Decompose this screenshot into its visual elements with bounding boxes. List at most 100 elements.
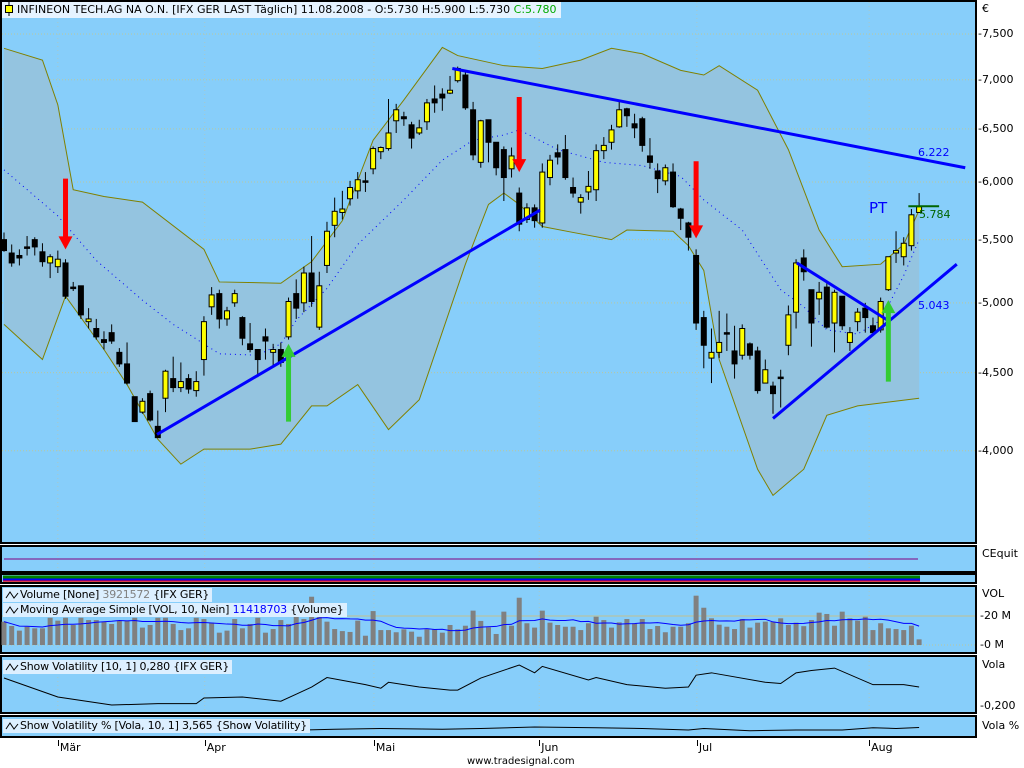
volume-bar [524, 623, 530, 645]
volume-bar [647, 629, 653, 645]
volume-bar [708, 618, 714, 645]
volume-bar [555, 624, 561, 645]
candle-body [731, 350, 738, 365]
volume-legend[interactable]: Volume [None] 3921572 {IFX GER} [3, 588, 213, 602]
chart-canvas[interactable]: 6.222 5.043 PT 5.784 [0, 0, 1024, 768]
low-value: L:5.730 [468, 3, 511, 16]
volatility-legend[interactable]: Show Volatility [10, 1] 0,280 {IFX GER} [3, 660, 233, 674]
volume-bar [339, 631, 345, 645]
candle-body [316, 285, 323, 328]
candle-body [208, 294, 215, 308]
price-tick-label: -4,500 [978, 365, 1014, 379]
candle-body [816, 291, 823, 300]
candle-body [493, 141, 500, 169]
volume-bar [816, 612, 822, 645]
candle-body [500, 149, 507, 179]
candle-body [577, 197, 584, 203]
candle-body [170, 378, 177, 389]
volume-legend-value: 3921572 [102, 588, 150, 601]
volume-bar [170, 623, 176, 645]
candle-body [723, 332, 730, 335]
volume-bar [47, 617, 53, 645]
candle-bearish [62, 259, 69, 299]
candle-body [608, 129, 615, 143]
footer-watermark[interactable]: www.tradesignal.com [467, 756, 575, 767]
volume-bar [862, 616, 868, 645]
month-label: Jun [539, 740, 559, 754]
volume-legend-name: Volume [None] [20, 588, 100, 601]
volume-bar [455, 629, 461, 645]
candle-body [585, 185, 592, 193]
currency-label: € [982, 2, 989, 15]
month-label: Mai [373, 740, 396, 754]
volume-bar [401, 629, 407, 645]
price-tick-label: -6,000 [978, 174, 1014, 188]
volume-bar [255, 617, 261, 645]
volume-bar [570, 626, 576, 645]
candle-body [739, 328, 746, 356]
volume-bar [785, 624, 791, 645]
candle-body [785, 314, 792, 346]
volume-bar [16, 630, 22, 645]
volume-bar [901, 630, 907, 645]
candle-body [139, 400, 146, 413]
candle-body [193, 381, 200, 392]
volume-bar [716, 624, 722, 645]
candle-body [323, 230, 330, 266]
volume-bar [478, 620, 484, 645]
candle-body [908, 214, 915, 247]
volume-bar [362, 635, 368, 645]
candle-body [200, 321, 207, 361]
moving-average-legend-source: {Volume} [290, 603, 344, 616]
candle-body [16, 254, 23, 259]
volume-bar [247, 623, 253, 645]
candle-body [224, 310, 231, 320]
volume-bar [662, 632, 668, 645]
volatility-pct-legend[interactable]: Show Volatility % [Vola, 10, 1] 3,565 {S… [3, 719, 311, 733]
candle-body [593, 150, 600, 191]
volume-bar [808, 620, 814, 645]
candle-bearish [693, 249, 700, 330]
price-tick-label: -7,500 [978, 27, 1014, 40]
price-tick-label: -5,000 [978, 295, 1014, 309]
volume-bar [755, 622, 761, 645]
volume-bar [539, 610, 545, 645]
candle-body [716, 341, 723, 353]
signal-bar-green [3, 575, 920, 579]
candle-body [754, 350, 761, 392]
candle-body [177, 381, 184, 389]
volume-bar [855, 620, 861, 645]
candle-body [639, 118, 646, 146]
volume-bar [270, 629, 276, 645]
volume-bar [109, 623, 115, 645]
volume-bar [78, 617, 84, 645]
volume-bar [832, 625, 838, 645]
support-value-label: 5.043 [918, 299, 950, 312]
volume-bar [685, 623, 691, 645]
candle-bullish [477, 119, 484, 168]
volume-bar [424, 629, 430, 645]
candle-body [239, 317, 246, 339]
volume-bar [562, 626, 568, 645]
volume-bar [55, 620, 61, 645]
candle-body [39, 251, 46, 263]
volume-bar [762, 621, 768, 645]
volume-bar [601, 620, 607, 645]
volume-bar [701, 607, 707, 645]
vola-tick: -0,200 [980, 699, 1016, 712]
moving-average-legend[interactable]: Moving Average Simple [VOL, 10, Nein] 11… [3, 603, 347, 617]
candle-bullish [908, 209, 915, 251]
candle-body [393, 109, 400, 122]
candle-body [108, 332, 115, 342]
candle-body [431, 98, 438, 104]
volume-bar [916, 639, 922, 645]
candle-body [370, 148, 377, 170]
volume-bar [116, 620, 122, 645]
volume-bar [193, 617, 199, 645]
candle-body [262, 336, 269, 342]
volume-bar [278, 620, 284, 645]
candle-body [416, 127, 423, 134]
price-target-label: PT [869, 199, 888, 217]
volume-bar [101, 621, 107, 645]
volume-bar [178, 630, 184, 645]
